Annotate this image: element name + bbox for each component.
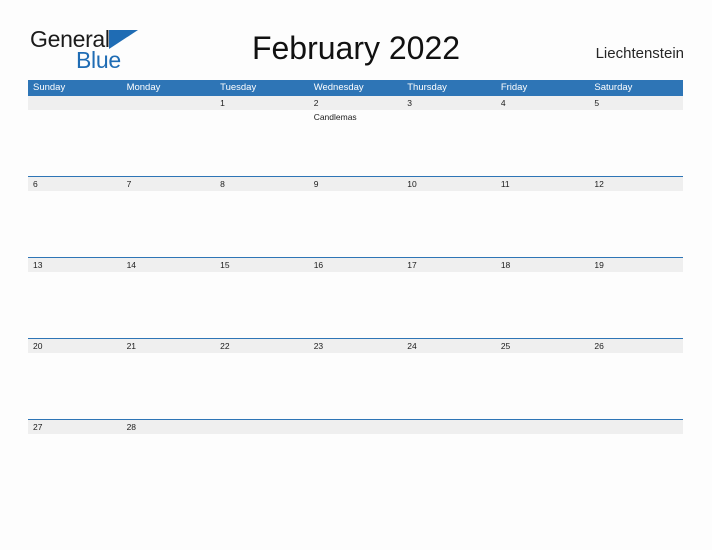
day-cell-body[interactable]: Candlemas: [309, 110, 403, 176]
date-cell-empty: [402, 420, 496, 434]
day-cell-body[interactable]: [28, 272, 122, 338]
calendar-week-row: 27 28: [28, 419, 683, 464]
date-cell-6[interactable]: 6: [28, 177, 122, 191]
calendar-grid: Sunday Monday Tuesday Wednesday Thursday Frid…: [28, 80, 683, 464]
day-cell-body[interactable]: [402, 353, 496, 419]
calendar-week-row: 1 2 3 4 5 Candlemas: [28, 96, 683, 176]
day-cell-body: [215, 434, 309, 464]
date-cell-20[interactable]: 20: [28, 339, 122, 353]
day-cell-body[interactable]: [122, 434, 216, 464]
date-cell-21[interactable]: 21: [122, 339, 216, 353]
date-cell-3[interactable]: 3: [402, 96, 496, 110]
date-cell-11[interactable]: 11: [496, 177, 590, 191]
date-cell-5[interactable]: 5: [589, 96, 683, 110]
day-of-week-sunday: Sunday: [33, 82, 66, 93]
day-cell-body[interactable]: [496, 191, 590, 257]
week-date-band: 13 14 15 16 17 18 19: [28, 258, 683, 272]
day-cell-body: [496, 434, 590, 464]
date-cell-empty: [28, 96, 122, 110]
date-cell-15[interactable]: 15: [215, 258, 309, 272]
week-event-band: [28, 272, 683, 338]
day-of-week-saturday: Saturday: [594, 82, 633, 93]
week-event-band: [28, 353, 683, 419]
week-event-band: [28, 191, 683, 257]
date-cell-22[interactable]: 22: [215, 339, 309, 353]
date-cell-empty: [496, 420, 590, 434]
holiday-label: Candlemas: [313, 112, 357, 122]
date-cell-8[interactable]: 8: [215, 177, 309, 191]
day-cell-body[interactable]: [589, 353, 683, 419]
day-of-week-header: Sunday Monday Tuesday Wednesday Thursday Frid…: [28, 80, 683, 96]
day-cell-body[interactable]: [589, 191, 683, 257]
day-cell-body: [402, 434, 496, 464]
week-event-band: Candlemas: [28, 110, 683, 176]
day-of-week-wednesday: Wednesday: [313, 82, 364, 93]
date-cell-24[interactable]: 24: [402, 339, 496, 353]
day-cell-body[interactable]: [496, 110, 590, 176]
date-cell-12[interactable]: 12: [589, 177, 683, 191]
day-cell-body[interactable]: [496, 272, 590, 338]
day-of-week-tuesday: Tuesday: [220, 82, 257, 93]
date-cell-10[interactable]: 10: [402, 177, 496, 191]
date-cell-4[interactable]: 4: [496, 96, 590, 110]
date-cell-19[interactable]: 19: [589, 258, 683, 272]
day-cell-body: [28, 110, 122, 176]
date-cell-23[interactable]: 23: [309, 339, 403, 353]
week-date-band: 20 21 22 23 24 25 26: [28, 339, 683, 353]
calendar-week-row: 6 7 8 9 10 11 12: [28, 176, 683, 257]
day-of-week-thursday: Thursday: [407, 82, 447, 93]
day-cell-body: [122, 110, 216, 176]
day-cell-body[interactable]: [28, 353, 122, 419]
day-cell-body: [309, 434, 403, 464]
date-cell-empty: [309, 420, 403, 434]
day-of-week-monday: Monday: [126, 82, 161, 93]
day-cell-body[interactable]: [402, 272, 496, 338]
date-cell-1[interactable]: 1: [215, 96, 309, 110]
day-cell-body[interactable]: [215, 110, 309, 176]
date-cell-26[interactable]: 26: [589, 339, 683, 353]
calendar-week-row: 20 21 22 23 24 25 26: [28, 338, 683, 419]
day-cell-body[interactable]: [122, 191, 216, 257]
day-cell-body[interactable]: [28, 434, 122, 464]
day-cell-body[interactable]: [309, 353, 403, 419]
calendar-page: General Blue February 2022 Liechtenstein…: [0, 0, 712, 550]
day-cell-body[interactable]: [402, 191, 496, 257]
date-cell-25[interactable]: 25: [496, 339, 590, 353]
date-cell-18[interactable]: 18: [496, 258, 590, 272]
day-of-week-friday: Friday: [500, 82, 528, 93]
day-cell-body[interactable]: [309, 272, 403, 338]
week-date-band: 6 7 8 9 10 11 12: [28, 177, 683, 191]
date-cell-empty: [215, 420, 309, 434]
day-cell-body[interactable]: [589, 110, 683, 176]
day-cell-body[interactable]: [122, 353, 216, 419]
page-header: General Blue February 2022 Liechtenstein: [0, 0, 712, 76]
region-label: Liechtenstein: [595, 45, 684, 62]
date-cell-17[interactable]: 17: [402, 258, 496, 272]
calendar-weeks: 1 2 3 4 5 Candlemas 6 7 8 9 10 11 12 13 14 15 16 17 18 19 20…: [28, 96, 683, 464]
date-cell-14[interactable]: 14: [122, 258, 216, 272]
date-cell-13[interactable]: 13: [28, 258, 122, 272]
day-cell-body[interactable]: [402, 110, 496, 176]
day-cell-body[interactable]: [496, 353, 590, 419]
day-cell-body[interactable]: [28, 191, 122, 257]
day-cell-body[interactable]: [309, 191, 403, 257]
date-cell-empty: [589, 420, 683, 434]
day-cell-body[interactable]: [589, 272, 683, 338]
week-date-band: 27 28: [28, 420, 683, 434]
date-cell-7[interactable]: 7: [122, 177, 216, 191]
date-cell-empty: [122, 96, 216, 110]
date-cell-2[interactable]: 2: [309, 96, 403, 110]
calendar-week-row: 13 14 15 16 17 18 19: [28, 257, 683, 338]
week-event-band: [28, 434, 683, 464]
date-cell-9[interactable]: 9: [309, 177, 403, 191]
date-cell-27[interactable]: 27: [28, 420, 122, 434]
day-cell-body[interactable]: [215, 191, 309, 257]
date-cell-16[interactable]: 16: [309, 258, 403, 272]
week-date-band: 12345: [28, 96, 683, 110]
day-cell-body[interactable]: [215, 272, 309, 338]
day-cell-body[interactable]: [215, 353, 309, 419]
day-cell-body[interactable]: [122, 272, 216, 338]
day-cell-body: [589, 434, 683, 464]
date-cell-28[interactable]: 28: [122, 420, 216, 434]
